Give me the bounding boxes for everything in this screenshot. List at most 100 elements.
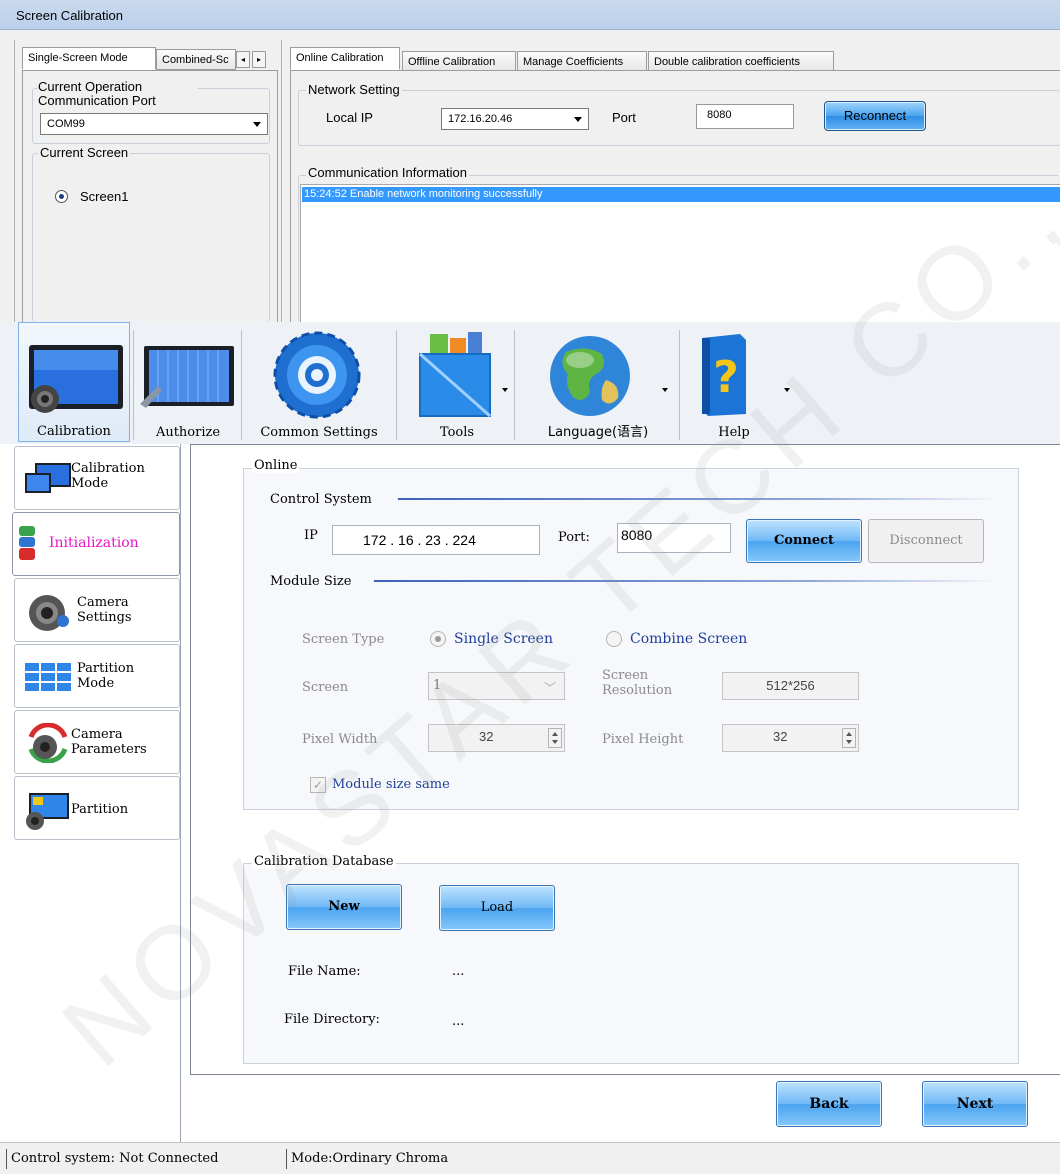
tab-online-calibration[interactable]: Online Calibration — [290, 47, 400, 70]
sidebar-label: Camera Settings — [77, 595, 132, 625]
control-port-input[interactable]: 8080 — [617, 523, 731, 553]
calibration-main-window: Calibration Authorize Common Settings To… — [0, 322, 1060, 1174]
toolbar-separator — [396, 330, 397, 440]
toolbar-separator — [133, 330, 134, 440]
single-screen-radio[interactable] — [430, 631, 446, 647]
sidebar-label: Partition — [71, 802, 129, 817]
toolbar-help[interactable]: ? Help — [684, 322, 790, 442]
camera-settings-icon — [29, 595, 69, 631]
tab-offline-calibration[interactable]: Offline Calibration — [402, 51, 516, 72]
module-size-label: Module Size — [270, 574, 352, 589]
sidebar-item-partition[interactable]: Partition — [14, 776, 180, 840]
tab-double-calibration-coefficients[interactable]: Double calibration coefficients — [648, 51, 834, 72]
sidebar-item-initialization[interactable]: Initialization — [12, 512, 180, 576]
tab-scroll-left-icon[interactable]: ◂ — [236, 51, 250, 68]
control-system-status: Control system: Not Connected — [6, 1149, 218, 1169]
control-port-label: Port: — [558, 530, 590, 545]
next-button[interactable]: Next — [922, 1081, 1028, 1127]
pixel-width-value: 32 — [479, 729, 494, 744]
tab-manage-coefficients[interactable]: Manage Coefficients — [517, 51, 647, 72]
screen-calibration-window: Screen Calibration Single-Screen Mode Co… — [0, 0, 1060, 322]
connect-button[interactable]: Connect — [746, 519, 862, 563]
radio-dot-icon — [435, 636, 441, 642]
toolbar-separator — [241, 330, 242, 440]
screen-type-label: Screen Type — [302, 632, 385, 647]
module-size-same-label: Module size same — [332, 777, 450, 792]
ip-label: IP — [304, 528, 318, 543]
local-ip-select[interactable]: 172.16.20.46 — [441, 108, 589, 130]
partition-icon — [26, 793, 69, 830]
toolbar-separator — [679, 330, 680, 440]
toolbar-authorize[interactable]: Authorize — [138, 322, 238, 442]
status-bar: Control system: Not Connected Mode:Ordin… — [0, 1142, 1060, 1174]
tab-single-screen-mode[interactable]: Single-Screen Mode — [22, 47, 156, 70]
screen-resolution-value: 512*256 — [722, 672, 859, 700]
port-input[interactable]: 8080 — [696, 104, 794, 129]
combine-screen-radio[interactable] — [606, 631, 622, 647]
network-setting-label: Network Setting — [306, 82, 402, 97]
toolbar-common-settings[interactable]: Common Settings — [246, 322, 392, 442]
screen-resolution-label: Screen Resolution — [602, 668, 673, 698]
globe-icon — [550, 336, 630, 416]
authorize-screen-icon — [140, 346, 234, 408]
tab-scroll-right-icon[interactable]: ▸ — [252, 51, 266, 68]
reconnect-button[interactable]: Reconnect — [824, 101, 926, 131]
chevron-down-icon — [253, 122, 261, 127]
chevron-down-icon[interactable] — [502, 388, 508, 392]
toolbar-separator — [514, 330, 515, 440]
chevron-down-icon — [574, 117, 582, 122]
file-directory-label: File Directory: — [284, 1012, 380, 1027]
svg-text:?: ? — [713, 352, 739, 403]
toolbar-tools[interactable]: Tools — [402, 322, 512, 442]
comm-port-value: COM99 — [47, 118, 85, 130]
comm-log-list[interactable]: 15:24:52 Enable network monitoring succe… — [300, 184, 1060, 322]
network-setting-group — [298, 90, 1060, 146]
file-name-value: ... — [452, 964, 465, 979]
ip-address-input[interactable]: 172 . 16 . 23 . 224 — [332, 525, 540, 555]
module-size-same-checkbox[interactable]: ✓ — [310, 777, 326, 793]
new-database-button[interactable]: New — [286, 884, 402, 930]
screen-value: 1 — [433, 678, 442, 693]
spinner-arrows-icon[interactable] — [548, 728, 562, 748]
back-button[interactable]: Back — [776, 1081, 882, 1127]
sidebar-item-partition-mode[interactable]: Partition Mode — [14, 644, 180, 708]
sidebar-label: Calibration Mode — [71, 461, 145, 491]
sidebar-item-camera-parameters[interactable]: Camera Parameters — [14, 710, 180, 774]
load-database-button[interactable]: Load — [439, 885, 555, 931]
sidebar-label: Partition Mode — [77, 661, 135, 691]
sidebar-item-calibration-mode[interactable]: Calibration Mode — [14, 446, 180, 510]
comm-port-select[interactable]: COM99 — [40, 113, 268, 135]
local-ip-value: 172.16.20.46 — [448, 113, 513, 125]
pixel-height-value: 32 — [773, 729, 788, 744]
radio-dot-icon — [59, 194, 64, 199]
tab-combined-screen-mode[interactable]: Combined-Sc — [156, 49, 236, 70]
screen1-radio[interactable] — [55, 190, 68, 203]
control-system-divider — [398, 498, 998, 500]
current-screen-group — [32, 153, 270, 322]
toolbar-calibration[interactable]: Calibration — [18, 322, 130, 442]
control-system-label: Control System — [270, 492, 372, 507]
pixel-height-stepper[interactable]: 32 — [722, 724, 859, 752]
screen-select[interactable]: 1 ﹀ — [428, 672, 565, 700]
combine-screen-label: Combine Screen — [630, 631, 748, 647]
file-name-label: File Name: — [288, 964, 361, 979]
disconnect-button[interactable]: Disconnect — [868, 519, 984, 563]
log-entry[interactable]: 15:24:52 Enable network monitoring succe… — [302, 187, 1060, 202]
sidebar-item-camera-settings[interactable]: Camera Settings — [14, 578, 180, 642]
mode-status: Mode:Ordinary Chroma — [286, 1149, 448, 1169]
online-group-label: Online — [252, 458, 300, 473]
database-icon — [19, 526, 35, 560]
toolbar-common-settings-label: Common Settings — [260, 425, 378, 440]
toolbar-authorize-label: Authorize — [155, 425, 221, 440]
comm-port-label: Current Operation Communication Port — [38, 80, 198, 108]
chevron-down-icon[interactable] — [662, 388, 668, 392]
single-screen-label: Single Screen — [454, 631, 553, 647]
toolbar-language-label: Language(语言) — [547, 425, 649, 440]
gear-icon — [273, 331, 361, 419]
local-ip-label: Local IP — [326, 110, 373, 125]
sidebar-label: Camera Parameters — [71, 727, 147, 757]
spinner-arrows-icon[interactable] — [842, 728, 856, 748]
chevron-down-icon[interactable] — [784, 388, 790, 392]
pixel-width-stepper[interactable]: 32 — [428, 724, 565, 752]
toolbar-language[interactable]: Language(语言) — [520, 322, 676, 442]
